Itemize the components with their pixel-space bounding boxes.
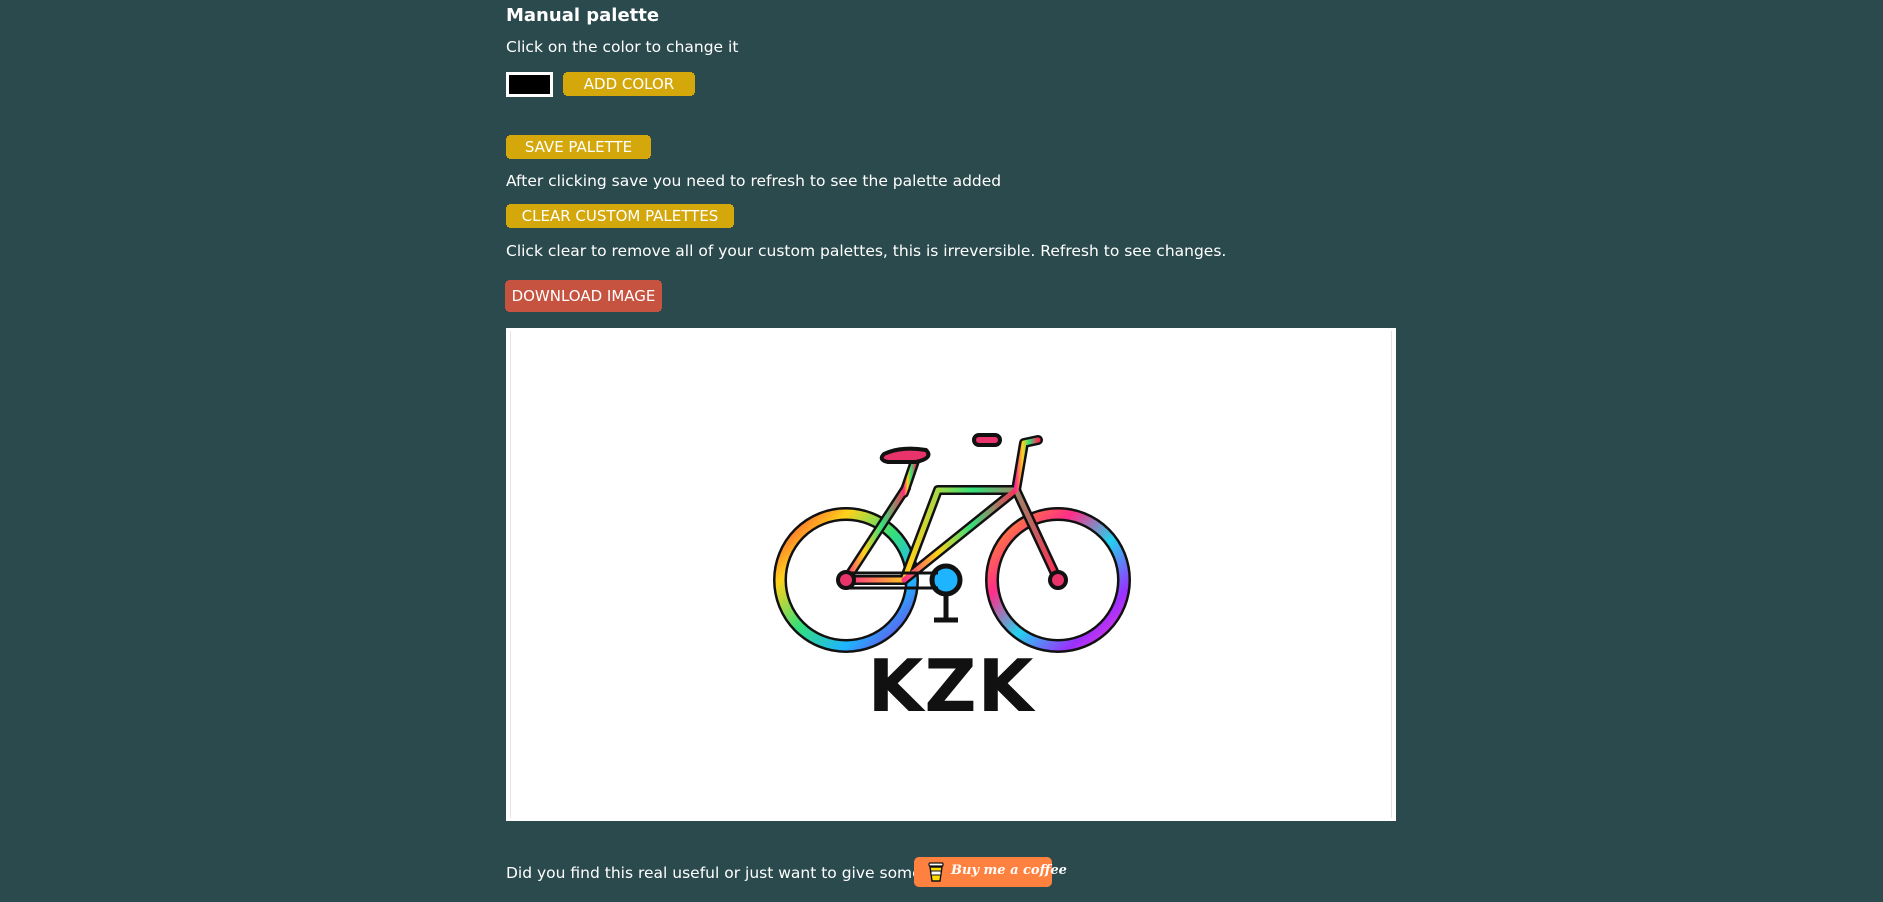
bicycle-icon xyxy=(773,433,1131,653)
add-color-button[interactable]: ADD COLOR xyxy=(563,72,695,96)
coffee-cup-icon xyxy=(928,862,944,882)
page: Manual palette Click on the color to cha… xyxy=(0,0,1883,902)
download-image-button[interactable]: DOWNLOAD IMAGE xyxy=(505,280,662,312)
logo-text: KZK xyxy=(867,644,1035,728)
manual-palette-hint: Click on the color to change it xyxy=(506,38,739,56)
coffee-label: Buy me a coffee xyxy=(951,863,1067,878)
image-preview: KZK xyxy=(506,328,1396,821)
tip-text: Did you find this real useful or just wa… xyxy=(506,864,956,882)
clear-custom-palettes-button[interactable]: CLEAR CUSTOM PALETTES xyxy=(506,204,734,228)
save-palette-button[interactable]: SAVE PALETTE xyxy=(506,135,651,159)
save-note: After clicking save you need to refresh … xyxy=(506,172,1002,190)
manual-palette-heading: Manual palette xyxy=(506,5,660,26)
buy-me-a-coffee-button[interactable]: Buy me a coffee xyxy=(914,857,1067,887)
clear-note: Click clear to remove all of your custom… xyxy=(506,242,1227,260)
color-swatch[interactable] xyxy=(506,72,553,97)
